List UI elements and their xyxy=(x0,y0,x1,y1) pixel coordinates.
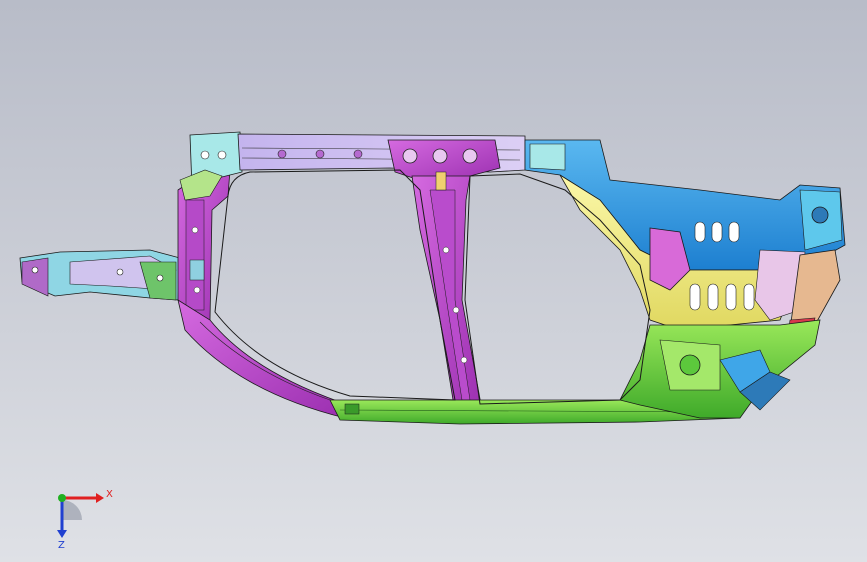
front-bracket-part[interactable] xyxy=(19,249,181,301)
coordinate-triad: X Z xyxy=(57,489,113,550)
z-axis-arrowhead xyxy=(57,530,67,538)
front-upper-corner-part[interactable] xyxy=(179,131,243,201)
triad-sphere xyxy=(62,500,82,520)
x-axis-label: X xyxy=(106,489,113,500)
y-axis-dot xyxy=(58,494,66,502)
rear-lower-structure-part[interactable] xyxy=(619,319,821,419)
z-axis-label: Z xyxy=(58,540,65,550)
x-axis-arrowhead xyxy=(96,493,104,503)
graphics-viewport[interactable]: X Z xyxy=(0,0,867,562)
body-side-frame-model[interactable] xyxy=(0,0,867,562)
front-lower-arc-part[interactable] xyxy=(177,299,346,419)
